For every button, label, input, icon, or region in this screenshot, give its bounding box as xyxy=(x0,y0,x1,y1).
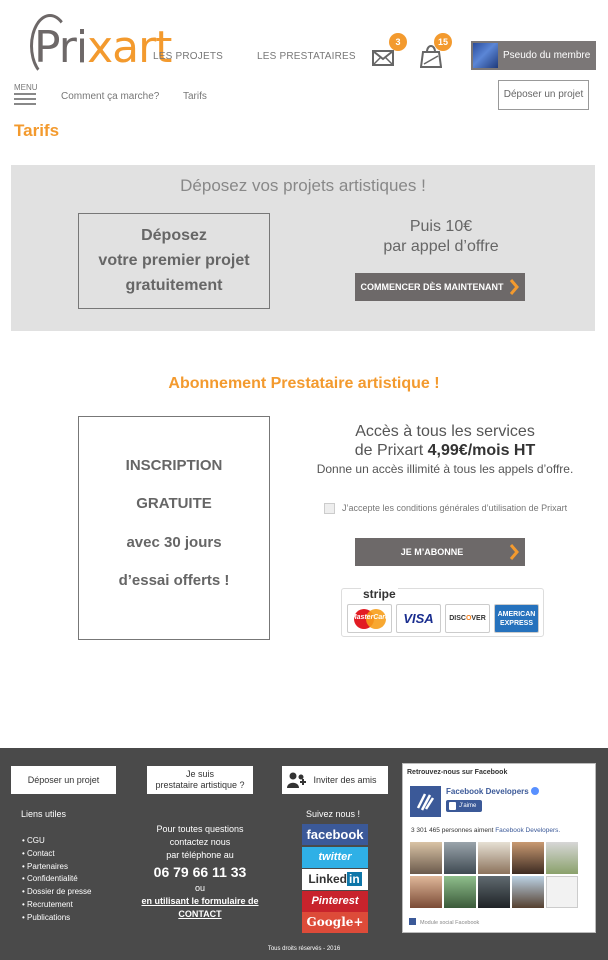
chevron-right-icon xyxy=(509,279,519,295)
notifications-count-badge: 15 xyxy=(434,33,452,51)
footer-provider-button[interactable]: Je suis prestataire artistique ? xyxy=(147,766,253,794)
fan-avatar[interactable] xyxy=(512,842,544,874)
mail-icon[interactable] xyxy=(372,50,394,66)
contact-line: contactez nous xyxy=(169,837,231,847)
provider-line: Je suis xyxy=(185,769,214,779)
facebook-likes-count: 3 301 465 personnes aiment Facebook Deve… xyxy=(411,827,561,834)
logo-text: Prixart xyxy=(34,22,172,73)
verified-icon xyxy=(530,787,539,795)
fan-avatar[interactable] xyxy=(410,876,442,908)
free-line: votre premier projet xyxy=(98,252,250,269)
fan-avatar[interactable] xyxy=(512,876,544,908)
access-text: Accès à tous les services xyxy=(355,423,535,440)
member-account-button[interactable]: Pseudo du membre xyxy=(471,41,596,70)
terms-label[interactable]: J’accepte les conditions générales d’uti… xyxy=(342,503,567,513)
hamburger-menu-icon[interactable] xyxy=(14,93,36,105)
fan-avatar[interactable] xyxy=(444,876,476,908)
price-line: par appel d’offre xyxy=(383,238,499,255)
prixart-logo[interactable]: Prixart xyxy=(16,8,172,78)
copyright: Tous droits réservés - 2016 xyxy=(267,946,341,952)
site-footer: Déposer un projet Je suis prestataire ar… xyxy=(0,748,608,960)
avatar xyxy=(473,43,498,68)
chevron-right-icon xyxy=(509,544,519,560)
contact-form-link[interactable]: en utilisant le formulaire de CONTACT xyxy=(138,895,262,921)
menu-label: MENU xyxy=(14,83,38,92)
fan-avatar[interactable] xyxy=(444,842,476,874)
subscribe-label: JE M’ABONNE xyxy=(400,547,464,557)
contact-line: ou xyxy=(194,883,205,893)
twitter-link[interactable]: twitter xyxy=(302,847,368,868)
linkedin-link[interactable]: Linked in xyxy=(302,869,368,890)
access-price-text: de Prixart 4,99€/mois HT xyxy=(354,442,536,459)
useful-links-title: Liens utiles xyxy=(21,809,67,819)
footer-link-contact[interactable]: Contact xyxy=(22,848,92,861)
fan-avatar[interactable] xyxy=(478,876,510,908)
facebook-module-label: Module social Facebook xyxy=(409,918,479,926)
follow-us-title: Suivez nous ! xyxy=(305,809,361,819)
facebook-link[interactable]: facebook xyxy=(302,824,368,845)
site-header: Prixart LES PROJETS LES PRESTATAIRES 3 1… xyxy=(0,0,608,118)
how-it-works-link[interactable]: Comment ça marche? xyxy=(61,91,159,102)
free-signup-box: INSCRIPTION GRATUITE avec 30 jours d’ess… xyxy=(78,416,270,640)
subscription-price: 4,99€/mois HT xyxy=(427,442,536,459)
nav-providers-link[interactable]: LES PRESTATAIRES xyxy=(257,51,356,62)
footer-link-jobs[interactable]: Recrutement xyxy=(22,899,92,912)
pinterest-link[interactable]: Pinterest xyxy=(302,891,368,912)
mastercard-logo: MasterCard xyxy=(347,604,392,633)
provider-line: prestataire artistique ? xyxy=(155,780,245,790)
signup-line: GRATUITE xyxy=(136,495,212,512)
google-plus-link[interactable]: Google+ xyxy=(302,912,368,933)
messages-count-badge: 3 xyxy=(389,33,407,51)
facebook-widget-header: Retrouvez-nous sur Facebook xyxy=(407,769,508,776)
deposit-panel: Déposez vos projets artistiques ! Dépose… xyxy=(11,165,595,331)
payment-methods-badge: stripe MasterCard VISA DISCOVER AMERICAN… xyxy=(341,587,544,637)
invite-friends-button[interactable]: Inviter des amis xyxy=(282,766,388,794)
invite-label: Inviter des amis xyxy=(313,775,377,785)
footer-post-project-button[interactable]: Déposer un projet xyxy=(11,766,116,794)
contact-block: Pour toutes questions contactez nous par… xyxy=(138,823,262,921)
start-now-button[interactable]: COMMENCER DÈS MAINTENANT xyxy=(355,273,525,301)
subscription-title: Abonnement Prestataire artistique ! xyxy=(168,375,440,392)
footer-link-partners[interactable]: Partenaires xyxy=(22,861,92,874)
signup-line: INSCRIPTION xyxy=(125,457,223,474)
footer-link-privacy[interactable]: Confidentialité xyxy=(22,873,92,886)
price-line: Puis 10€ xyxy=(409,218,473,235)
subscribe-button[interactable]: JE M’ABONNE xyxy=(355,538,525,566)
amex-logo: AMERICAN EXPRESS xyxy=(494,604,539,633)
useful-links-list: CGU Contact Partenaires Confidentialité … xyxy=(22,835,92,925)
price-per-call-text: Puis 10€ par appel d’offre xyxy=(351,217,531,257)
fan-avatar[interactable] xyxy=(478,842,510,874)
free-first-project-box: Déposez votre premier projet gratuitemen… xyxy=(78,213,270,309)
invite-users-icon xyxy=(287,772,306,788)
free-line: Déposez xyxy=(141,227,207,244)
contact-line: par téléphone au xyxy=(166,850,234,860)
facebook-developers-logo[interactable] xyxy=(410,786,441,817)
footer-link-cgu[interactable]: CGU xyxy=(22,835,92,848)
page-title: Tarifs xyxy=(14,121,60,140)
deposit-panel-title: Déposez vos projets artistiques ! xyxy=(180,176,426,195)
facebook-like-button[interactable]: J’aime xyxy=(446,800,482,812)
contact-line: Pour toutes questions xyxy=(156,824,244,834)
post-project-button[interactable]: Déposer un projet xyxy=(498,80,589,110)
facebook-widget: Retrouvez-nous sur Facebook Facebook Dev… xyxy=(402,763,596,933)
member-name: Pseudo du membre xyxy=(503,50,591,61)
access-description: Donne un accès illimité à tous les appel… xyxy=(316,462,574,476)
nav-projects-link[interactable]: LES PROJETS xyxy=(153,51,223,62)
stripe-logo: stripe xyxy=(361,587,398,601)
discover-logo: DISCOVER xyxy=(445,604,490,633)
footer-link-press[interactable]: Dossier de presse xyxy=(22,886,91,899)
terms-checkbox[interactable] xyxy=(324,503,335,514)
footer-link-publications[interactable]: Publications xyxy=(22,912,92,925)
free-line: gratuitement xyxy=(125,277,223,294)
visa-logo: VISA xyxy=(396,604,441,633)
fan-avatar[interactable] xyxy=(410,842,442,874)
facebook-page-name[interactable]: Facebook Developers xyxy=(446,787,539,796)
pricing-link[interactable]: Tarifs xyxy=(183,91,207,102)
phone-number[interactable]: 06 79 66 11 33 xyxy=(138,862,262,882)
signup-line: d’essai offerts ! xyxy=(118,572,230,589)
fan-avatar[interactable] xyxy=(546,876,578,908)
signup-line: avec 30 jours xyxy=(126,534,222,551)
start-now-label: COMMENCER DÈS MAINTENANT xyxy=(360,282,504,292)
fan-avatar[interactable] xyxy=(546,842,578,874)
